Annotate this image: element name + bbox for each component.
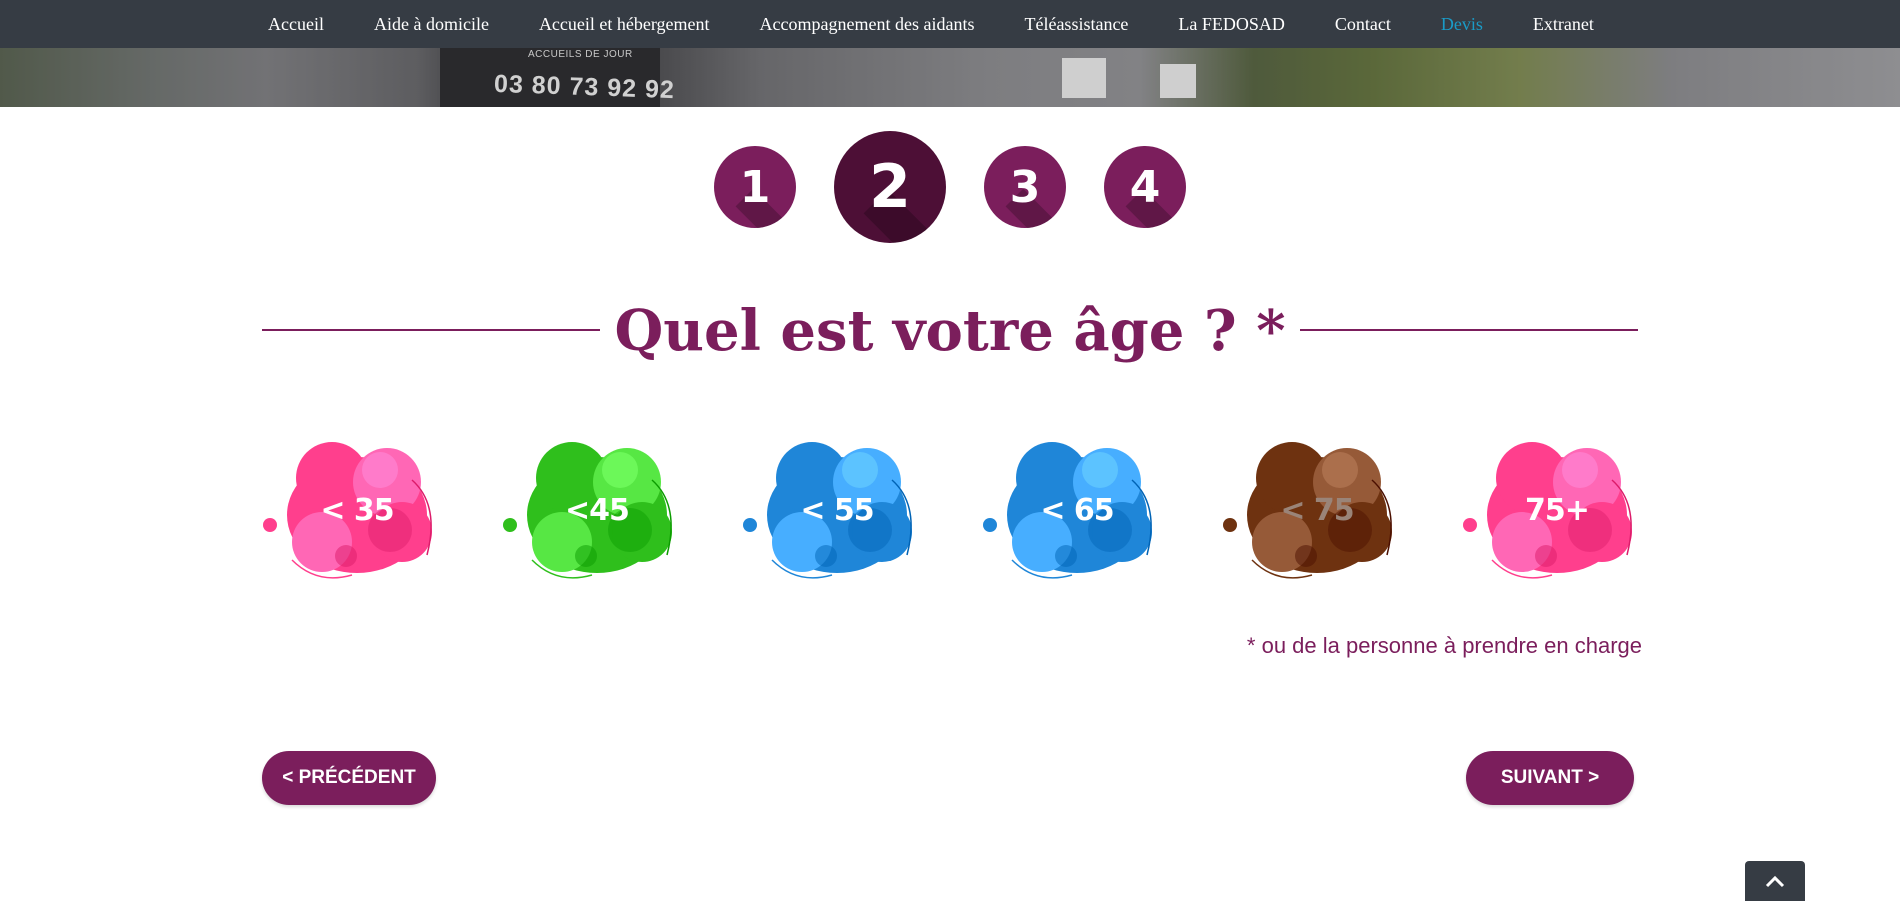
previous-button[interactable]: < PRÉCÉDENT bbox=[262, 751, 436, 805]
step-2-label: 2 bbox=[869, 152, 911, 222]
age-option-label: < 35 bbox=[320, 492, 394, 528]
chevron-up-icon bbox=[1765, 875, 1785, 888]
age-option-label: <45 bbox=[565, 492, 630, 528]
hero-window bbox=[1160, 64, 1196, 98]
age-option-4[interactable]: < 65 bbox=[982, 430, 1172, 590]
step-4-label: 4 bbox=[1129, 161, 1161, 213]
back-to-top-button[interactable] bbox=[1745, 861, 1805, 901]
age-option-2[interactable]: <45 bbox=[502, 430, 692, 590]
question-footnote: * ou de la personne à prendre en charge bbox=[1246, 633, 1642, 658]
age-option-label: < 75 bbox=[1280, 492, 1354, 528]
hero-window bbox=[1062, 58, 1106, 98]
age-option-label: < 65 bbox=[1040, 492, 1114, 528]
age-option-6[interactable]: 75+ bbox=[1462, 430, 1652, 590]
step-3-label: 3 bbox=[1009, 161, 1041, 213]
question-title: Quel est votre âge ? * bbox=[614, 298, 1286, 364]
age-option-1[interactable]: < 35 bbox=[262, 430, 452, 590]
step-2-current[interactable]: 2 bbox=[834, 131, 946, 243]
step-indicator: 1 2 3 4 bbox=[0, 0, 1900, 260]
hero-sign-text: ACCUEILS DE JOUR bbox=[528, 49, 633, 60]
step-3[interactable]: 3 bbox=[984, 146, 1066, 228]
step-1-label: 1 bbox=[739, 161, 771, 213]
age-option-label: < 55 bbox=[800, 492, 874, 528]
next-button[interactable]: SUIVANT > bbox=[1466, 751, 1634, 805]
step-4[interactable]: 4 bbox=[1104, 146, 1186, 228]
age-option-5[interactable]: < 75 bbox=[1222, 430, 1412, 590]
age-option-label: 75+ bbox=[1525, 492, 1590, 528]
age-option-3[interactable]: < 55 bbox=[742, 430, 932, 590]
step-1[interactable]: 1 bbox=[714, 146, 796, 228]
